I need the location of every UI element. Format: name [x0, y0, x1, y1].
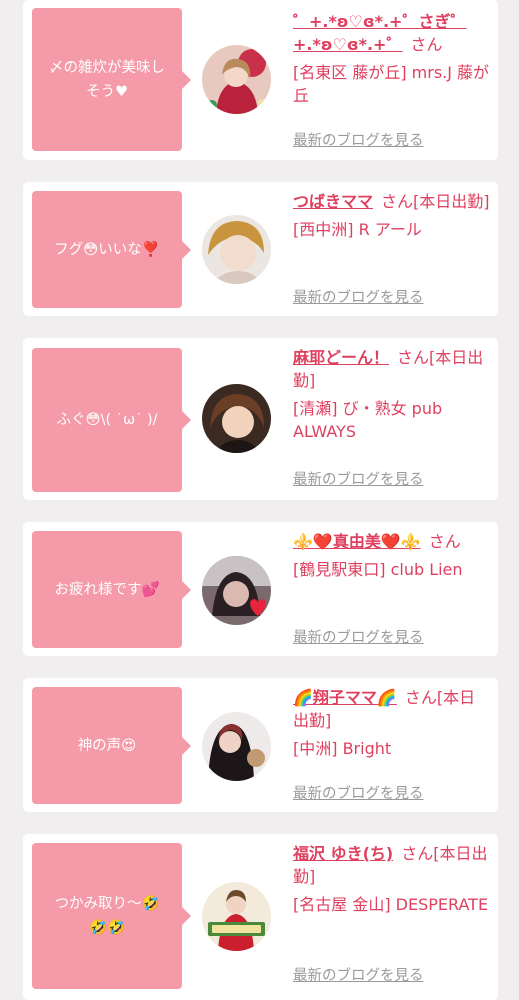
comment-card: お疲れ様です💕 ⚜️❤️真由美❤️⚜️ さん [鶴見駅東口] club Lien …	[23, 522, 498, 656]
name-line: 麻耶どーん！ さん[本日出勤]	[293, 346, 490, 392]
comment-bubble: フグ😳いいな❣️	[32, 191, 191, 308]
name-suffix: さん	[410, 35, 443, 54]
comment-text: つかみ取り〜🤣 🤣🤣	[54, 896, 160, 936]
user-name-link[interactable]: ⚜️❤️真由美❤️⚜️	[293, 532, 421, 551]
avatar[interactable]	[202, 712, 271, 781]
comment-text: ふぐ😳\( ˙ω˙ )/	[56, 412, 158, 428]
comment-bubble: 神の声😍	[32, 687, 191, 804]
comment-text: 〆の雑炊が美味し そう♥	[49, 59, 165, 100]
user-info: ゜+.*ʚ♡ɞ*.+゜さぎ゜+.*ʚ♡ɞ*.+゜ さん [名東区 藤が丘] mrs…	[293, 10, 490, 107]
latest-blog-link[interactable]: 最新のブログを見る	[293, 129, 424, 150]
avatar-photo	[202, 215, 271, 284]
store-info: [中洲] Bright	[293, 739, 392, 758]
avatar-photo	[202, 556, 271, 625]
user-name-link[interactable]: 麻耶どーん！	[293, 348, 389, 367]
name-line: 🌈翔子ママ🌈 さん[本日出勤]	[293, 686, 490, 732]
user-info: 🌈翔子ママ🌈 さん[本日出勤] [中洲] Bright	[293, 686, 490, 760]
user-info: 麻耶どーん！ さん[本日出勤] [清瀬] び・熟女 pub ALWAYS	[293, 346, 490, 443]
avatar[interactable]	[202, 556, 271, 625]
latest-blog-link[interactable]: 最新のブログを見る	[293, 964, 424, 985]
user-info: つばきママ さん[本日出勤] [西中洲] R アール	[293, 190, 490, 241]
avatar-photo	[202, 384, 271, 453]
comment-card: ふぐ😳\( ˙ω˙ )/ 麻耶どーん！ さん[本日出勤] [清瀬] び・熟女 pu…	[23, 338, 498, 500]
avatar[interactable]	[202, 384, 271, 453]
comment-text: お疲れ様です💕	[54, 581, 160, 598]
comment-bubble: 〆の雑炊が美味し そう♥	[32, 8, 191, 151]
name-line: 福沢 ゆき(ち) さん[本日出勤]	[293, 842, 490, 888]
user-name-link[interactable]: 福沢 ゆき(ち)	[293, 844, 393, 863]
latest-blog-link[interactable]: 最新のブログを見る	[293, 468, 424, 489]
latest-blog-link[interactable]: 最新のブログを見る	[293, 286, 424, 307]
latest-blog-link[interactable]: 最新のブログを見る	[293, 626, 424, 647]
store-info: [鶴見駅東口] club Lien	[293, 560, 463, 579]
comment-bubble: ふぐ😳\( ˙ω˙ )/	[32, 348, 191, 492]
user-info: ⚜️❤️真由美❤️⚜️ さん [鶴見駅東口] club Lien	[293, 530, 490, 581]
avatar-photo	[202, 882, 271, 951]
comment-card: 〆の雑炊が美味し そう♥ ゜+.*ʚ♡ɞ*.+゜さぎ゜+.*ʚ♡ɞ*.+゜ さん …	[23, 0, 498, 160]
user-name-link[interactable]: つばきママ	[293, 192, 373, 211]
store-info: [清瀬] び・熟女 pub ALWAYS	[293, 399, 443, 441]
comment-card: フグ😳いいな❣️ つばきママ さん[本日出勤] [西中洲] R アール 最新のブロ…	[23, 182, 498, 316]
name-suffix: さん[本日出勤]	[381, 192, 490, 211]
name-line: ゜+.*ʚ♡ɞ*.+゜さぎ゜+.*ʚ♡ɞ*.+゜ さん	[293, 10, 490, 56]
avatar[interactable]	[202, 882, 271, 951]
comment-card: つかみ取り〜🤣 🤣🤣 福沢 ゆき(ち) さん[本日出勤] [名古屋 金山] DES…	[23, 834, 498, 1000]
store-info: [名古屋 金山] DESPERATE	[293, 895, 489, 914]
user-name-link[interactable]: 🌈翔子ママ🌈	[293, 688, 397, 707]
user-info: 福沢 ゆき(ち) さん[本日出勤] [名古屋 金山] DESPERATE	[293, 842, 490, 916]
comment-text: フグ😳いいな❣️	[54, 241, 160, 258]
comment-text: 神の声😍	[77, 737, 137, 754]
name-line: つばきママ さん[本日出勤]	[293, 190, 490, 213]
avatar[interactable]	[202, 215, 271, 284]
avatar[interactable]	[202, 45, 271, 114]
name-line: ⚜️❤️真由美❤️⚜️ さん	[293, 530, 490, 553]
name-suffix: さん	[428, 532, 461, 551]
avatar-photo	[202, 712, 271, 781]
comment-card: 神の声😍 🌈翔子ママ🌈 さん[本日出勤] [中洲] Bright 最新のブログを見…	[23, 678, 498, 812]
store-info: [西中洲] R アール	[293, 220, 422, 239]
avatar-photo	[202, 45, 271, 114]
comment-bubble: つかみ取り〜🤣 🤣🤣	[32, 843, 191, 989]
store-info: [名東区 藤が丘] mrs.J 藤が丘	[293, 63, 490, 105]
comment-bubble: お疲れ様です💕	[32, 531, 191, 648]
latest-blog-link[interactable]: 最新のブログを見る	[293, 782, 424, 803]
